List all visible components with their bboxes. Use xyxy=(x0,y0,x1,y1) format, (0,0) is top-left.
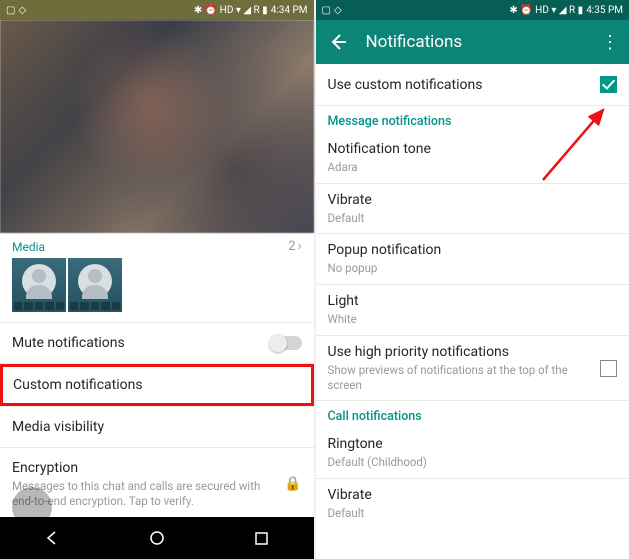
row-sub: White xyxy=(328,312,618,327)
ringtone-row[interactable]: Ringtone Default (Childhood) xyxy=(316,428,629,478)
status-time: 4:35 PM xyxy=(586,5,623,16)
popup-row[interactable]: Popup notification No popup xyxy=(316,234,629,284)
row-title: Ringtone xyxy=(328,436,618,452)
row-title: Vibrate xyxy=(328,487,618,503)
status-bar-left: ▢ ◇ ✱ ⏰ HD ▾ ◢ R ▮ 4:34 PM xyxy=(0,0,314,20)
media-count: 2› xyxy=(288,239,301,254)
media-section[interactable]: Media 2› xyxy=(0,233,314,256)
nav-home-button[interactable] xyxy=(143,524,171,552)
status-time: 4:34 PM xyxy=(271,5,308,16)
mute-notifications-row[interactable]: Mute notifications xyxy=(0,323,314,363)
use-custom-checkbox[interactable] xyxy=(600,76,617,93)
status-icons: ✱ ⏰ HD ▾ ◢ R ▮ xyxy=(194,5,268,16)
media-thumb[interactable] xyxy=(68,258,122,312)
row-title: Light xyxy=(328,293,618,309)
media-thumb[interactable] xyxy=(12,258,66,312)
more-button[interactable]: ⋮ xyxy=(595,32,619,53)
gallery-icon: ▢ xyxy=(6,5,15,16)
row-sub: Show previews of notifications at the to… xyxy=(328,363,601,392)
row-sub: Messages to this chat and calls are secu… xyxy=(12,479,284,508)
row-sub: No popup xyxy=(328,261,618,276)
nav-bar xyxy=(0,517,314,559)
phone-right: ▢ ◇ ✱ ⏰ HD ▾ ◢ R ▮ 4:35 PM Notifications… xyxy=(316,0,629,559)
page-title: Notifications xyxy=(366,32,596,52)
top-bar: Notifications ⋮ xyxy=(316,20,629,64)
row-title: Encryption xyxy=(12,460,284,476)
row-sub: Default (Childhood) xyxy=(328,455,618,470)
use-custom-row[interactable]: Use custom notifications xyxy=(316,64,629,105)
priority-row[interactable]: Use high priority notifications Show prev… xyxy=(316,336,629,400)
category-call: Call notifications xyxy=(316,401,629,428)
back-button[interactable] xyxy=(326,30,350,54)
row-title: Use high priority notifications xyxy=(328,344,601,360)
nav-recent-button[interactable] xyxy=(247,524,275,552)
lock-icon: 🔒 xyxy=(284,476,301,492)
contact-photo[interactable] xyxy=(0,20,314,233)
camera-icon: ◇ xyxy=(18,5,26,16)
annotation-arrow xyxy=(525,102,615,196)
vibrate-call-row[interactable]: Vibrate Default xyxy=(316,479,629,529)
status-bar-right: ▢ ◇ ✱ ⏰ HD ▾ ◢ R ▮ 4:35 PM xyxy=(316,0,629,20)
chevron-right-icon: › xyxy=(298,239,302,254)
row-sub: Default xyxy=(328,506,618,521)
media-visibility-row[interactable]: Media visibility xyxy=(0,407,314,447)
media-label: Media xyxy=(12,240,45,254)
row-title: Use custom notifications xyxy=(328,77,601,93)
nav-back-button[interactable] xyxy=(38,524,66,552)
camera-icon: ◇ xyxy=(334,5,342,16)
status-icons: ✱ ⏰ HD ▾ ◢ R ▮ xyxy=(509,5,583,16)
priority-checkbox[interactable] xyxy=(600,360,617,377)
light-row[interactable]: Light White xyxy=(316,285,629,335)
row-title: Popup notification xyxy=(328,242,618,258)
row-title: Custom notifications xyxy=(13,377,301,393)
row-title: Media visibility xyxy=(12,419,302,435)
row-sub: Default xyxy=(328,211,618,226)
custom-notifications-row[interactable]: Custom notifications xyxy=(0,364,314,406)
phone-left: ▢ ◇ ✱ ⏰ HD ▾ ◢ R ▮ 4:34 PM Media 2› Mute… xyxy=(0,0,316,559)
row-title: Mute notifications xyxy=(12,335,272,351)
gallery-icon: ▢ xyxy=(322,5,331,16)
media-thumbs[interactable] xyxy=(0,256,314,322)
mute-toggle[interactable] xyxy=(272,336,302,350)
touch-indicator xyxy=(12,487,52,527)
